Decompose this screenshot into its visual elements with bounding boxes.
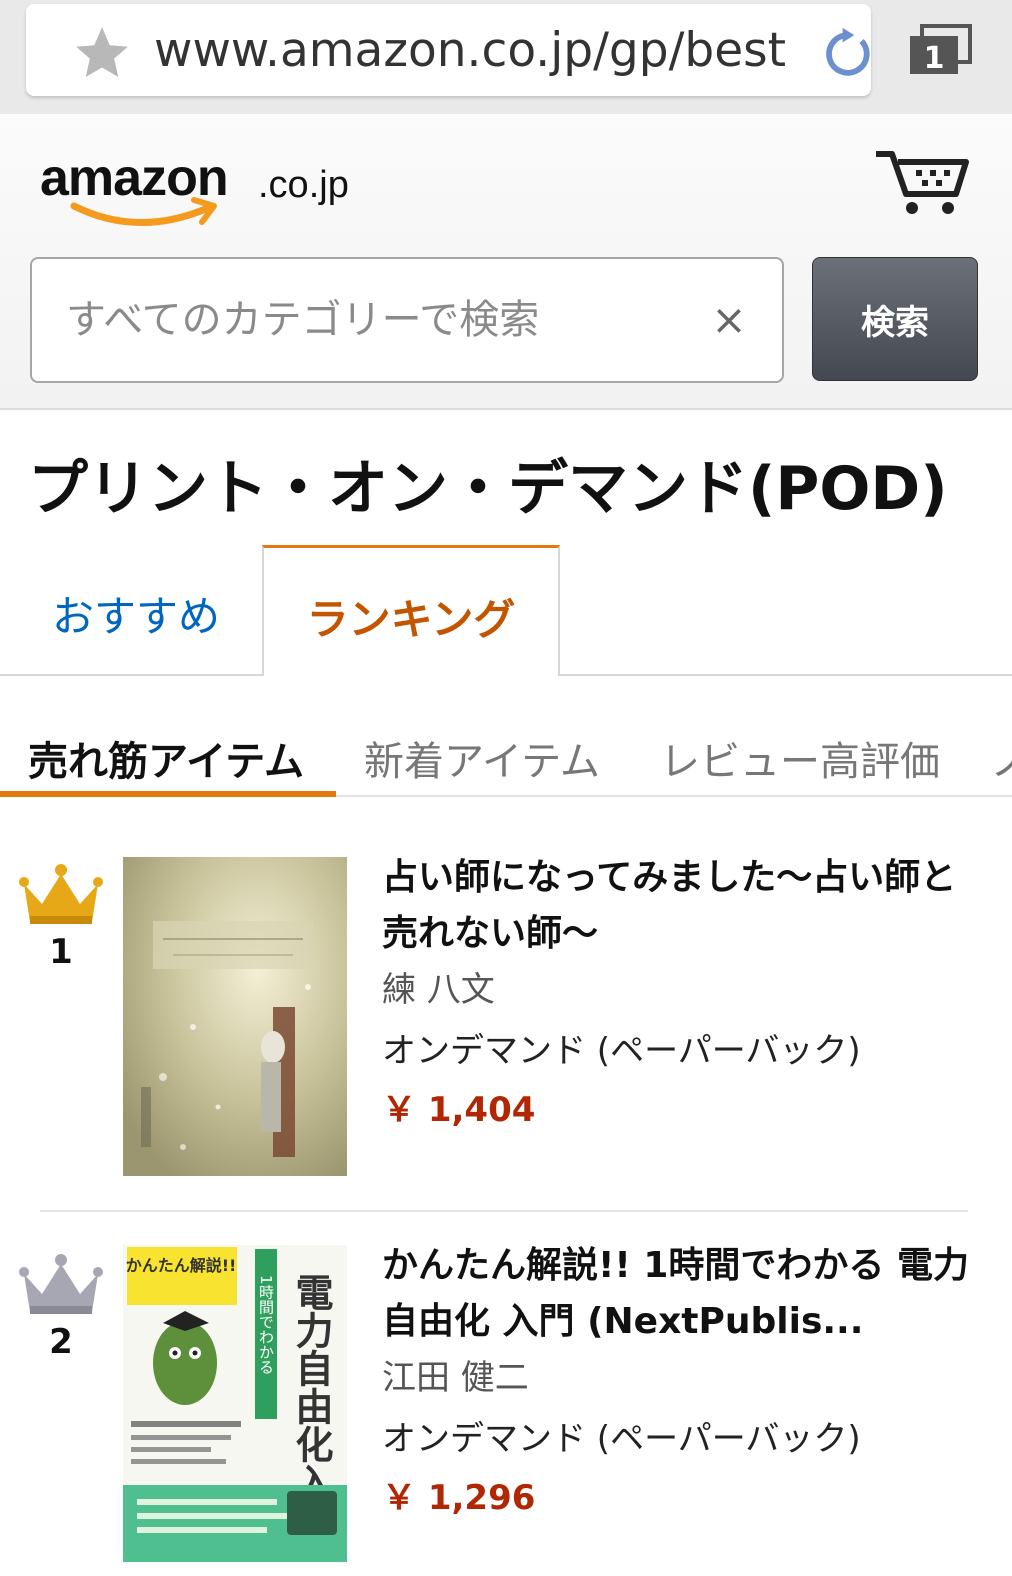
search-input[interactable] — [32, 259, 692, 381]
main-tabs: おすすめ ランキング — [0, 545, 1012, 676]
url-text[interactable]: www.amazon.co.jp/gp/best — [154, 18, 799, 84]
product-format: オンデマンド (ペーパーバック) — [382, 1031, 861, 1071]
address-bar[interactable]: www.amazon.co.jp/gp/best — [26, 4, 871, 96]
site-header: amazon .co.jp × 検索 — [0, 114, 1012, 410]
tab-count: 1 — [924, 41, 945, 76]
logo-smile-icon — [70, 197, 217, 226]
sub-tabs: 売れ筋アイテム 新着アイテム レビュー高評価 ノ — [0, 717, 1012, 799]
reload-icon[interactable] — [818, 25, 876, 83]
product-format: オンデマンド (ペーパーバック) — [382, 1419, 861, 1459]
product-price: ￥ 1,296 — [382, 1478, 536, 1518]
product-author[interactable]: 練 八文 — [382, 962, 495, 1011]
subtab-bestsellers[interactable]: 売れ筋アイテム — [28, 729, 304, 787]
amazon-logo[interactable]: amazon .co.jp — [40, 148, 349, 234]
cart-icon[interactable] — [872, 148, 970, 218]
search-box: × — [30, 257, 784, 383]
rank-number: 1 — [49, 932, 73, 972]
bookmark-star-icon[interactable] — [71, 22, 133, 84]
tab-switcher-icon[interactable]: 1 — [908, 24, 972, 76]
subtab-new-items[interactable]: 新着アイテム — [364, 729, 600, 787]
gold-crown-icon — [19, 864, 103, 924]
product-price: ￥ 1,404 — [382, 1090, 536, 1130]
product-author[interactable]: 江田 健二 — [382, 1350, 529, 1399]
subtab-more[interactable]: ノ — [990, 729, 1012, 787]
logo-tld: .co.jp — [258, 164, 349, 206]
cover-badge-text: かんたん解説!! — [126, 1256, 237, 1275]
item-divider — [40, 1210, 968, 1212]
tab-recommend[interactable]: おすすめ — [52, 583, 220, 644]
product-title[interactable]: 占い師になってみました〜占い師と売れない師〜 — [382, 850, 982, 962]
product-title[interactable]: かんたん解説!! 1時間でわかる 電力自由化 入門 (NextPublis... — [382, 1238, 982, 1350]
cover-side-text: 1時間でわかる — [257, 1275, 275, 1375]
silver-crown-icon — [19, 1254, 103, 1314]
cover-art-2: かんたん解説!! 1時間でわかる 電力自由化入門 — [123, 1245, 347, 1562]
search-button[interactable]: 検索 — [812, 257, 978, 381]
page-title: プリント・オン・デマンド(POD) — [28, 454, 948, 524]
cover-art-1 — [123, 857, 347, 1176]
book-cover-image[interactable] — [123, 857, 347, 1176]
book-cover-image[interactable]: かんたん解説!! 1時間でわかる 電力自由化入門 — [123, 1245, 347, 1562]
subtab-top-rated[interactable]: レビュー高評価 — [660, 729, 940, 787]
browser-toolbar: www.amazon.co.jp/gp/best 1 — [0, 0, 1012, 114]
tab-ranking-label: ランキング — [306, 595, 516, 644]
rank-number: 2 — [49, 1322, 73, 1362]
subtab-active-underline — [0, 791, 336, 797]
tab-ranking[interactable]: ランキング — [262, 545, 560, 676]
clear-search-icon[interactable]: × — [702, 293, 756, 347]
